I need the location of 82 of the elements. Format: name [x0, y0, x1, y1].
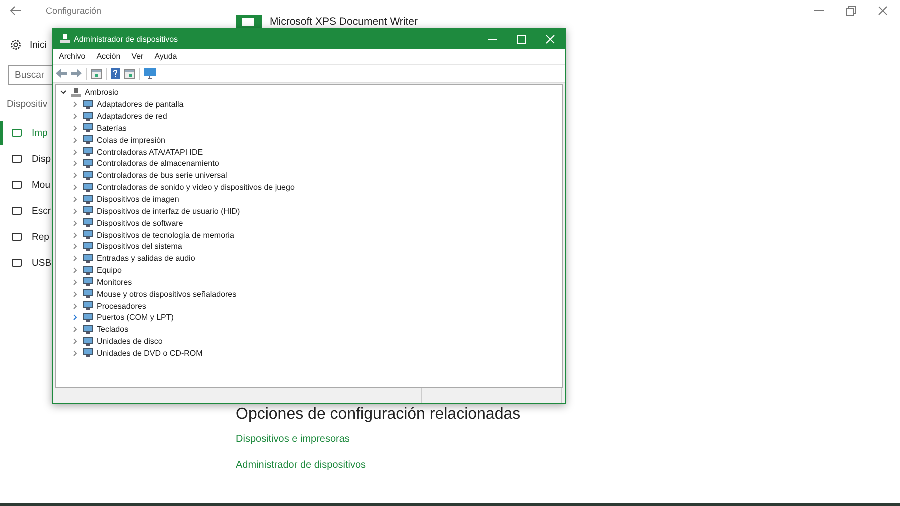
nav-item[interactable]: Disp [0, 147, 52, 171]
device-icon [83, 123, 93, 134]
restore-icon[interactable] [846, 6, 856, 16]
device-icon [83, 336, 93, 347]
device-icon [83, 218, 93, 228]
device-icon [11, 179, 23, 191]
tree-item[interactable]: Ambrosio [85, 88, 119, 98]
monitor-icon[interactable] [144, 68, 156, 79]
home-link[interactable]: Inici [30, 40, 47, 50]
device-icon [11, 153, 23, 165]
tree-item[interactable]: Procesadores [97, 302, 146, 311]
device-icon [83, 242, 93, 252]
back-arrow-icon[interactable] [56, 69, 67, 78]
close-icon[interactable] [878, 6, 888, 16]
device-icon [83, 135, 93, 146]
tree-item[interactable]: Controladoras de bus serie universal [97, 171, 228, 180]
section-heading: Opciones de configuración relacionadas [236, 406, 521, 424]
menu-item[interactable]: Ver [132, 52, 144, 61]
tree-item[interactable]: Dispositivos de tecnología de memoria [97, 230, 234, 240]
back-icon[interactable] [10, 6, 22, 16]
tree-item[interactable]: Teclados [97, 325, 129, 334]
section-heading: Dispositiv [7, 99, 48, 112]
tree-item[interactable]: Monitores [97, 278, 132, 287]
device-icon [83, 277, 93, 288]
device-icon [83, 230, 93, 240]
window-icon[interactable] [91, 68, 102, 78]
chevron-icon[interactable] [60, 89, 67, 96]
help-icon[interactable] [111, 68, 120, 79]
device-icon [83, 147, 93, 158]
tree-item[interactable]: Dispositivos de interfaz de usuario (HID) [97, 206, 240, 216]
tree-item[interactable]: Puertos (COM y LPT) [97, 313, 174, 322]
tree-item[interactable]: Colas de impresión [97, 136, 166, 145]
device-icon [83, 100, 93, 110]
device-icon [83, 301, 93, 312]
tree-item[interactable]: Dispositivos de imagen [97, 195, 180, 204]
tree-item[interactable]: Equipo [97, 266, 122, 276]
device-icon [83, 158, 93, 169]
tree-item[interactable]: Adaptadores de pantalla [97, 100, 184, 110]
settings-link[interactable]: Dispositivos e impresoras [236, 434, 350, 445]
menu-item[interactable]: Acción [96, 52, 121, 61]
device-icon [83, 206, 93, 216]
tree-item[interactable]: Controladoras ATA/ATAPI IDE [97, 148, 204, 157]
computer-icon [60, 34, 70, 44]
tree-item[interactable]: Adaptadores de red [97, 112, 168, 122]
printer-name: Microsoft XPS Document Writer [270, 16, 418, 28]
device-icon [83, 112, 93, 122]
nav-item[interactable]: Rep [0, 225, 52, 249]
forward-arrow-icon[interactable] [71, 69, 82, 78]
tree-item[interactable]: Baterías [97, 124, 127, 133]
tree-item[interactable]: Entradas y salidas de audio [97, 254, 196, 264]
device-icon [83, 170, 93, 181]
tree-item[interactable]: Unidades de disco [97, 337, 163, 346]
tree-item[interactable]: Mouse y otros dispositivos señaladores [97, 290, 237, 299]
tree-item[interactable]: Unidades de DVD o CD-ROM [97, 348, 203, 358]
device-icon [83, 312, 93, 323]
device-icon [83, 324, 93, 335]
device-icon [11, 205, 23, 217]
nav-item[interactable]: Mou [0, 173, 52, 197]
device-icon [11, 231, 23, 243]
gear-icon [10, 39, 22, 51]
device-icon [11, 257, 23, 269]
device-icon [83, 194, 93, 205]
settings-link[interactable]: Administrador de dispositivos [236, 460, 366, 471]
device-icon [83, 289, 93, 300]
tree-item[interactable]: Dispositivos de software [97, 218, 184, 228]
menu-item[interactable]: Archivo [59, 52, 86, 61]
window-title: Administrador de dispositivos [74, 34, 178, 44]
computer-icon [71, 88, 81, 98]
device-icon [83, 348, 93, 358]
device-icon [83, 182, 93, 193]
tree-item[interactable]: Dispositivos del sistema [97, 242, 182, 252]
window-icon[interactable] [124, 68, 135, 78]
nav-item[interactable]: USB [0, 251, 52, 275]
device-icon [83, 254, 93, 264]
nav-item[interactable]: Escr [0, 199, 52, 223]
device-icon [83, 266, 93, 276]
maximize-icon[interactable] [517, 34, 526, 44]
window-title: Configuración [46, 6, 102, 16]
tree-item[interactable]: Controladoras de sonido y vídeo y dispositivos de juego [97, 183, 295, 192]
device-icon [11, 127, 23, 139]
menu-item[interactable]: Ayuda [154, 52, 178, 61]
tree-item[interactable]: Controladoras de almacenamiento [97, 159, 220, 168]
